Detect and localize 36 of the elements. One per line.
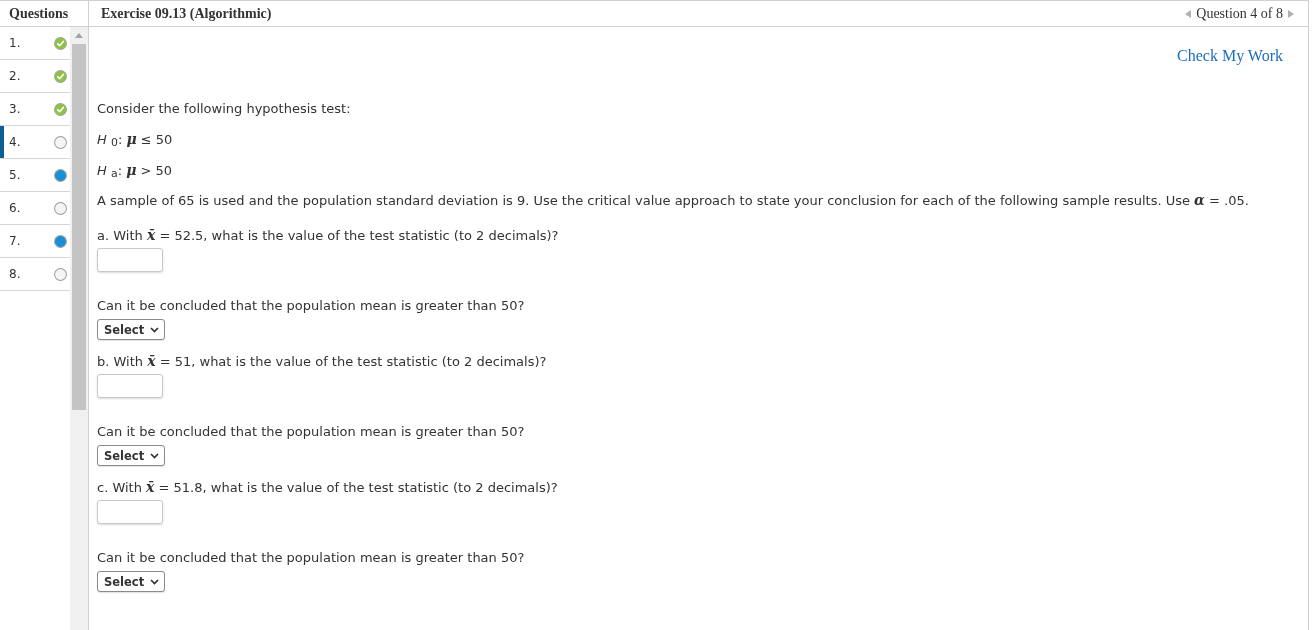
question-text: Can it be concluded that the population mean is greater than 50? (97, 298, 525, 314)
instruction-text: Consider the following hypothesis test: (97, 101, 351, 117)
question-text: a. With x̄ = 52.5, what is the value of the test statistic (to 2 decimals)? (97, 227, 559, 244)
select-dropdown[interactable]: Select (97, 571, 166, 592)
question-nav-item[interactable]: 4. (0, 126, 70, 159)
empty-circle-icon (54, 201, 67, 215)
exercise-title: Exercise 09.13 (Algorithmic) (101, 5, 272, 22)
answer-field[interactable] (97, 500, 163, 524)
up-triangle-icon[interactable] (75, 33, 83, 38)
dot-icon (54, 234, 67, 248)
answer-field[interactable] (97, 248, 163, 272)
chevron-down-icon (150, 326, 160, 333)
check-circle-icon (54, 69, 67, 83)
select-dropdown[interactable]: Select (97, 319, 166, 340)
sidebar-title: Questions (9, 5, 69, 22)
select-dropdown[interactable]: Select (97, 445, 166, 466)
question-counter: Question 4 of 8 (1196, 5, 1283, 22)
empty-circle-icon (54, 135, 67, 149)
chevron-down-icon (150, 578, 160, 585)
left-triangle-icon[interactable] (1185, 9, 1192, 18)
question-text: Can it be concluded that the population mean is greater than 50? (97, 424, 525, 440)
hypothesis-text: H $_{a}$: μ > 50 (97, 162, 173, 179)
check-circle-icon (54, 102, 67, 116)
question-text: c. With x̄ = 51.8, what is the value of the test statistic (to 2 decimals)? (97, 479, 558, 496)
empty-circle-icon (54, 267, 67, 281)
check-circle-icon (54, 36, 67, 50)
check-my-work-link[interactable]: Check My Work (1177, 47, 1283, 65)
question-text: Can it be concluded that the population mean is greater than 50? (97, 550, 525, 566)
dot-icon (54, 168, 67, 182)
answer-field[interactable] (97, 374, 163, 398)
question-text: b. With x̄ = 51, what is the value of the test statistic (to 2 decimals)? (97, 353, 547, 370)
chevron-down-icon (150, 452, 160, 459)
scrollbar-thumb[interactable] (72, 44, 86, 410)
right-triangle-icon[interactable] (1288, 9, 1294, 18)
problem-text: A sample of 65 is used and the population standard deviation is 9. Use the critical value approach to state your conclusion for each of the following sample results. Use α = .05. (97, 192, 1249, 209)
hypothesis-text: H $_{0}$: μ ≤ 50 (97, 131, 173, 148)
